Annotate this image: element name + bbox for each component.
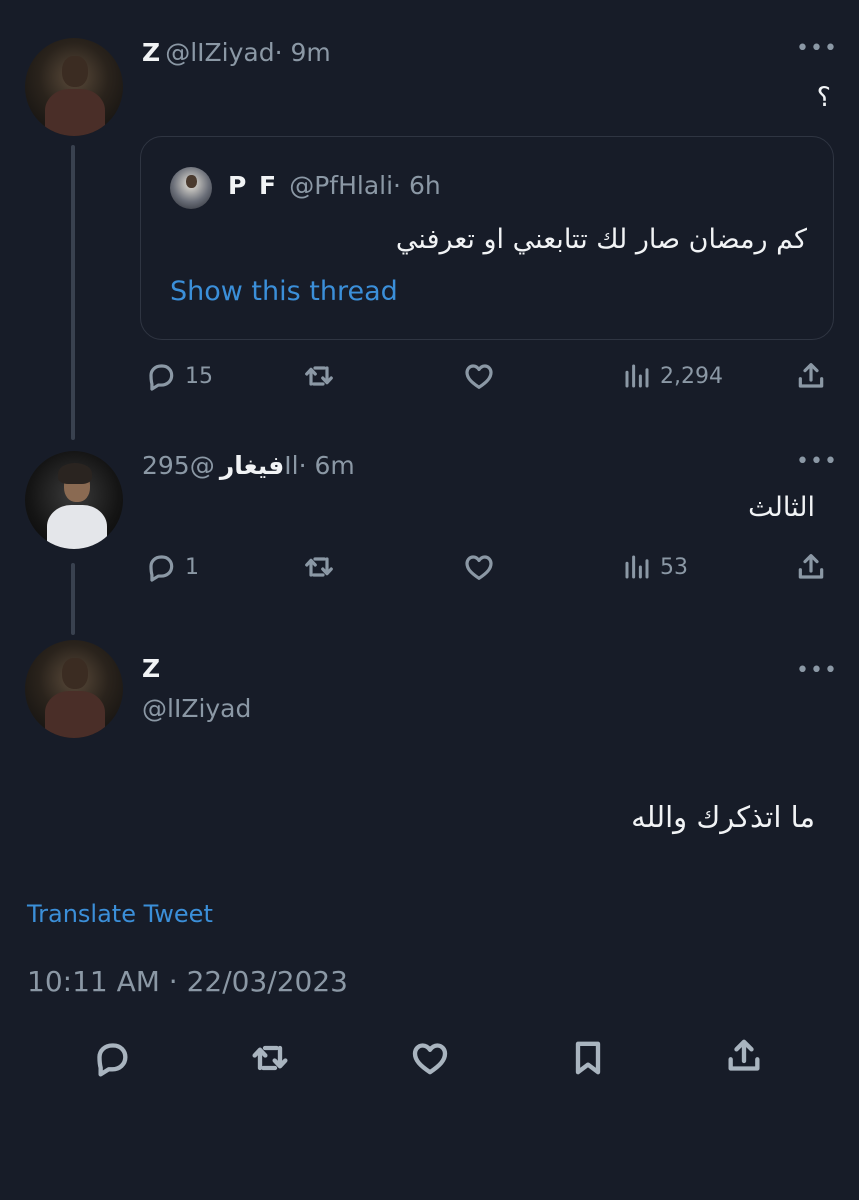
bookmark-icon [568, 1038, 608, 1078]
retweet-button[interactable] [302, 360, 336, 392]
thread-line [71, 145, 75, 440]
quote-user-handle: @PfHlali [289, 171, 394, 200]
retweet-icon [302, 551, 336, 583]
views-icon [622, 360, 652, 392]
quote-time: · 6h [393, 171, 441, 200]
reply-button[interactable]: 1 [145, 551, 199, 583]
quote-header: P F @PfHlali· 6h [228, 171, 441, 200]
tweet-timestamp: 10:11 AM · 22/03/2023 [27, 965, 348, 998]
views-count: 2,294 [660, 363, 723, 389]
reply-count: 15 [185, 363, 213, 389]
views-count: 53 [660, 554, 688, 580]
quote-display-name: P F [228, 171, 279, 200]
share-button[interactable] [795, 360, 827, 392]
translate-tweet-link[interactable]: Translate Tweet [27, 900, 213, 928]
thread-line [71, 563, 75, 635]
reply-button[interactable]: 15 [145, 360, 213, 392]
views-button[interactable]: 2,294 [622, 360, 723, 392]
more-icon[interactable]: ••• [796, 449, 838, 474]
retweet-icon [248, 1038, 292, 1078]
display-name[interactable]: فيغار [220, 451, 284, 480]
tweet-text: ما اتذكرك والله [631, 800, 815, 834]
retweet-icon [302, 360, 336, 392]
views-icon [622, 551, 652, 583]
views-button[interactable]: 53 [622, 551, 688, 583]
display-name[interactable]: Z [142, 38, 160, 67]
like-icon [462, 551, 496, 583]
like-button[interactable] [410, 1038, 450, 1078]
share-icon [795, 551, 827, 583]
tweet-time[interactable]: · 6m [299, 451, 355, 480]
avatar[interactable] [170, 167, 212, 209]
tweet-text: ؟ [816, 82, 831, 113]
like-icon [462, 360, 496, 392]
tweet-text: الثالث [748, 492, 815, 523]
more-icon[interactable]: ••• [796, 36, 838, 61]
retweet-button[interactable] [302, 551, 336, 583]
reply-count: 1 [185, 554, 199, 580]
reply-icon [145, 551, 177, 583]
bookmark-button[interactable] [568, 1038, 608, 1078]
avatar[interactable] [25, 451, 123, 549]
reply-icon [145, 360, 177, 392]
share-button[interactable] [724, 1036, 764, 1076]
more-icon[interactable]: ••• [796, 658, 838, 683]
share-icon [724, 1036, 764, 1076]
reply-icon [92, 1038, 132, 1078]
show-thread-link[interactable]: Show this thread [170, 276, 398, 307]
share-icon [795, 360, 827, 392]
user-handle[interactable]: @lIZiyad [142, 694, 251, 723]
retweet-button[interactable] [248, 1038, 292, 1078]
avatar[interactable] [25, 38, 123, 136]
avatar[interactable] [25, 640, 123, 738]
reply-button[interactable] [92, 1038, 132, 1078]
quote-text: كم رمضان صار لك تتابعني او تعرفني [395, 224, 807, 255]
share-button[interactable] [795, 551, 827, 583]
like-icon [410, 1038, 450, 1078]
user-handle[interactable]: @lIZiyad [165, 38, 274, 67]
like-button[interactable] [462, 360, 496, 392]
like-button[interactable] [462, 551, 496, 583]
tweet-time[interactable]: · 9m [275, 38, 331, 67]
tweet-header: فيغار @295Il· 6m [142, 451, 355, 480]
tweet-header: Z @lIZiyad· 9m [142, 38, 331, 67]
display-name[interactable]: Z [142, 654, 160, 683]
